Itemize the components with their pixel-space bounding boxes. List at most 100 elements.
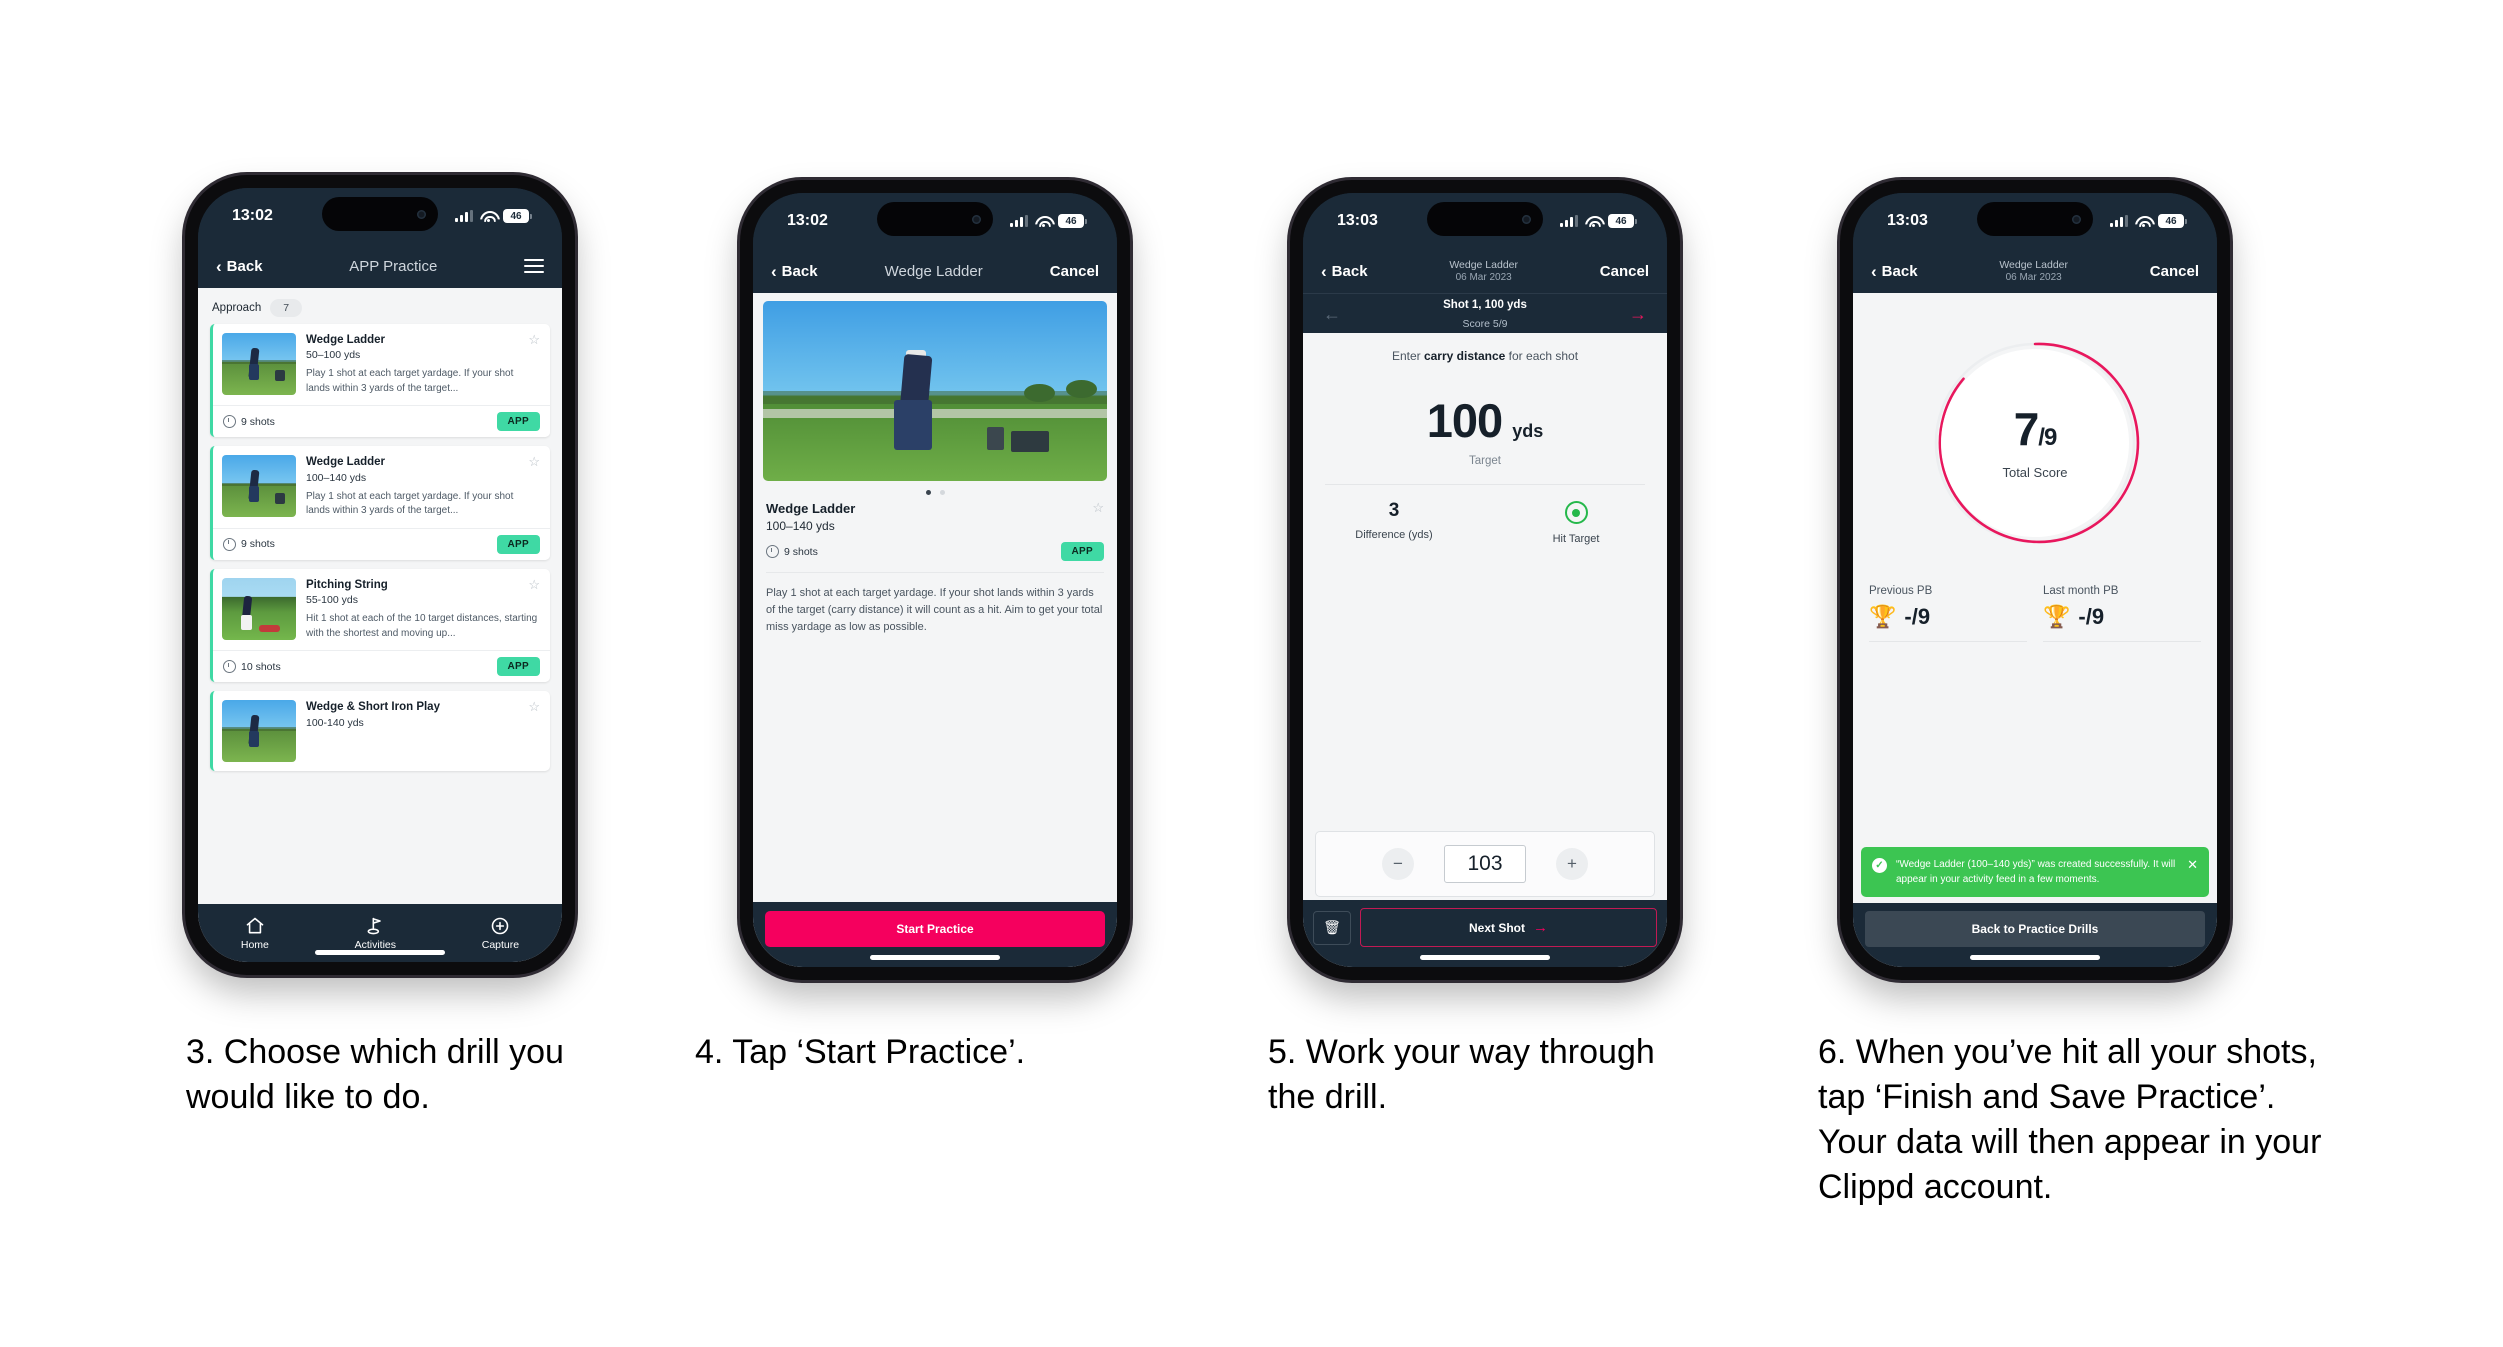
status-time: 13:03 <box>1887 212 1928 229</box>
page-title: APP Practice <box>349 257 438 275</box>
home-indicator <box>1970 955 2100 960</box>
status-time: 13:02 <box>232 207 273 224</box>
wifi-icon <box>1585 215 1601 228</box>
drill-card[interactable]: Pitching String ☆ 55-100 yds Hit 1 shot … <box>210 568 550 683</box>
drill-description: Play 1 shot at each target yardage. If y… <box>306 368 514 394</box>
previous-shot-arrow-icon[interactable]: ← <box>1323 305 1341 323</box>
shot-entry-body: Enter carry distance for each shot 100 y… <box>1303 333 1667 967</box>
phone-2-drill-detail: 13:02 46 ‹ Back Wedge Ladder Cancel Wedg… <box>740 180 1130 980</box>
previous-pb-value-row: 🏆 -/9 <box>1869 604 2027 630</box>
cellular-signal-icon <box>1010 215 1028 227</box>
home-indicator <box>870 955 1000 960</box>
target-value: 100 <box>1426 394 1503 447</box>
back-button[interactable]: ‹ Back <box>771 263 818 280</box>
plus-circle-icon <box>492 917 509 934</box>
drill-card[interactable]: Wedge Ladder ☆ 50–100 yds Play 1 shot at… <box>210 324 550 438</box>
shot-metrics: 3 Difference (yds) Hit Target <box>1303 501 1667 545</box>
page-title: Wedge Ladder <box>884 262 983 280</box>
carry-distance-input[interactable]: 103 <box>1444 845 1526 883</box>
battery-icon: 46 <box>503 209 532 223</box>
score-ring-center: 7/9 Total Score <box>1941 349 2129 537</box>
hamburger-icon[interactable] <box>524 258 544 274</box>
drill-detail-body: Wedge Ladder 100–140 yds ☆ 9 shots APP P <box>753 293 1117 967</box>
drill-yardage: 100–140 yds <box>306 471 367 484</box>
last-month-pb-label: Last month PB <box>2043 585 2119 597</box>
check-circle-icon: ✓ <box>1872 858 1887 873</box>
category-badge: APP <box>496 657 540 677</box>
home-icon <box>246 917 264 933</box>
divider <box>766 572 1104 573</box>
carry-distance-stepper: − 103 + <box>1315 831 1655 897</box>
status-indicators: 46 <box>1560 214 1637 228</box>
back-button[interactable]: ‹ Back <box>1321 263 1368 280</box>
dynamic-island <box>1977 202 2093 236</box>
home-indicator <box>1420 955 1550 960</box>
battery-icon: 46 <box>1058 214 1087 228</box>
start-practice-button[interactable]: Start Practice <box>765 911 1105 947</box>
clock-icon <box>223 537 236 551</box>
favourite-star-icon[interactable]: ☆ <box>528 700 540 713</box>
cellular-signal-icon <box>1560 215 1578 227</box>
clock-icon <box>223 660 236 674</box>
target-distance: 100 yds <box>1303 397 1667 444</box>
favourite-star-icon[interactable]: ☆ <box>528 333 540 346</box>
target-unit: yds <box>1512 421 1544 441</box>
next-shot-button[interactable]: Next Shot → <box>1360 908 1657 947</box>
back-button[interactable]: ‹ Back <box>1871 263 1918 280</box>
drill-thumbnail <box>222 700 296 763</box>
status-time: 13:02 <box>787 212 828 229</box>
next-shot-arrow-icon[interactable]: → <box>1629 305 1647 323</box>
status-indicators: 46 <box>2110 214 2187 228</box>
status-time: 13:03 <box>1337 212 1378 229</box>
dynamic-island <box>1427 202 1543 236</box>
drill-yardage: 100-140 yds <box>306 716 364 729</box>
chevron-left-icon: ‹ <box>216 256 222 276</box>
shot-count: 10 shots <box>223 660 281 674</box>
battery-level: 46 <box>503 209 529 223</box>
tab-activities-label: Activities <box>354 938 397 951</box>
last-month-pb-value-row: 🏆 -/9 <box>2043 604 2201 630</box>
back-button[interactable]: ‹ Back <box>216 258 263 275</box>
drill-thumbnail <box>222 577 296 640</box>
tab-capture[interactable]: Capture <box>482 916 519 951</box>
last-month-pb: Last month PB 🏆 -/9 <box>2043 585 2201 642</box>
favourite-star-icon[interactable]: ☆ <box>528 455 540 468</box>
favourite-star-icon[interactable]: ☆ <box>528 578 540 591</box>
drill-title: Wedge Ladder <box>306 334 386 346</box>
nav-title-date: 06 Mar 2023 <box>2005 271 2062 283</box>
dynamic-island <box>877 202 993 236</box>
summary-body: 7/9 Total Score Previous PB 🏆 -/9 Last m… <box>1853 293 2217 967</box>
phone-screen: 13:03 46 ‹ Back Wedge Ladder 06 Mar 2023… <box>1303 193 1667 967</box>
home-indicator <box>315 950 445 955</box>
back-label: Back <box>1881 262 1918 280</box>
total-score-label: Total Score <box>2002 465 2068 480</box>
close-icon[interactable]: ✕ <box>2187 858 2198 871</box>
favourite-star-icon[interactable]: ☆ <box>1092 501 1104 514</box>
cancel-button[interactable]: Cancel <box>1600 263 1649 280</box>
chevron-left-icon: ‹ <box>1321 261 1327 281</box>
decrement-button[interactable]: − <box>1382 848 1414 880</box>
shot-indicator: Shot 1, 100 yds Score 5/9 <box>1341 295 1629 332</box>
back-to-practice-drills-button[interactable]: Back to Practice Drills <box>1865 911 2205 947</box>
category-badge: APP <box>496 412 540 432</box>
trash-icon[interactable]: 🗑 <box>1313 910 1351 945</box>
cancel-button[interactable]: Cancel <box>2150 263 2199 280</box>
filter-row: Approach 7 <box>198 288 562 324</box>
previous-pb: Previous PB 🏆 -/9 <box>1869 585 2027 642</box>
tab-home[interactable]: Home <box>241 916 269 951</box>
increment-button[interactable]: + <box>1556 848 1588 880</box>
drill-card[interactable]: Wedge Ladder ☆ 100–140 yds Play 1 shot a… <box>210 446 550 560</box>
divider <box>2043 641 2201 642</box>
nav-bar: ‹ Back APP Practice <box>198 244 562 288</box>
wifi-icon <box>480 210 496 223</box>
drill-card[interactable]: Wedge & Short Iron Play ☆ 100-140 yds <box>210 691 550 772</box>
filter-label: Approach <box>212 302 262 314</box>
drill-thumbnail <box>222 333 296 395</box>
carousel-dots[interactable] <box>753 481 1117 501</box>
battery-level: 46 <box>1058 214 1084 228</box>
filter-count-chip[interactable]: 7 <box>270 299 303 317</box>
cancel-button[interactable]: Cancel <box>1050 263 1099 280</box>
tab-activities[interactable]: Activities <box>355 916 396 951</box>
wifi-icon <box>2135 215 2151 228</box>
target-caption: Target <box>1469 455 1501 467</box>
